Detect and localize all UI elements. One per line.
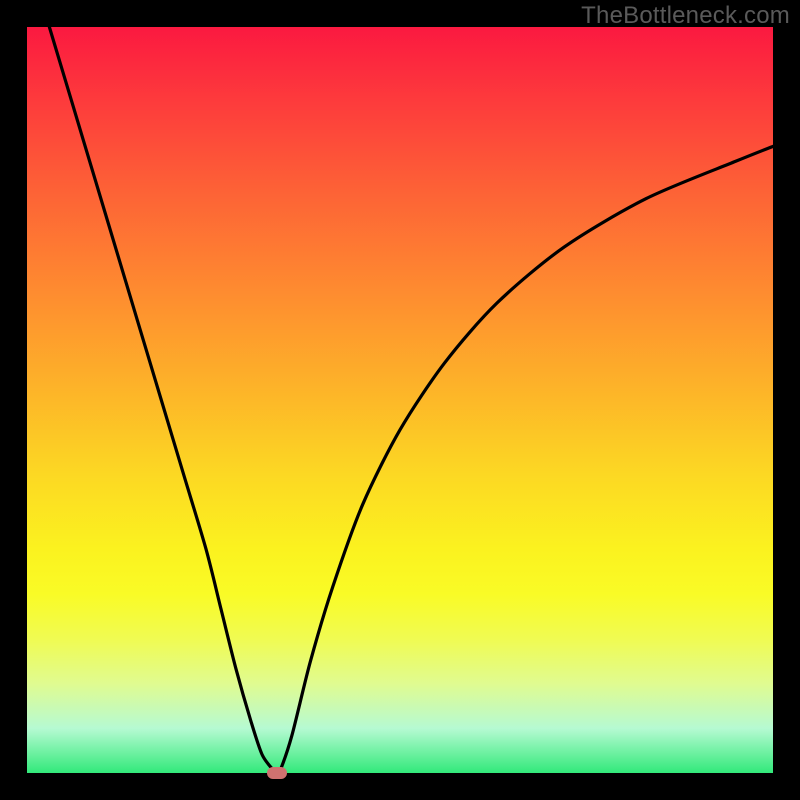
plot-area: [27, 27, 773, 773]
curve-svg: [27, 27, 773, 773]
curve-min-marker: [267, 767, 287, 779]
watermark-text: TheBottleneck.com: [581, 2, 790, 30]
bottleneck-curve: [49, 27, 773, 773]
chart-frame: TheBottleneck.com: [0, 0, 800, 800]
